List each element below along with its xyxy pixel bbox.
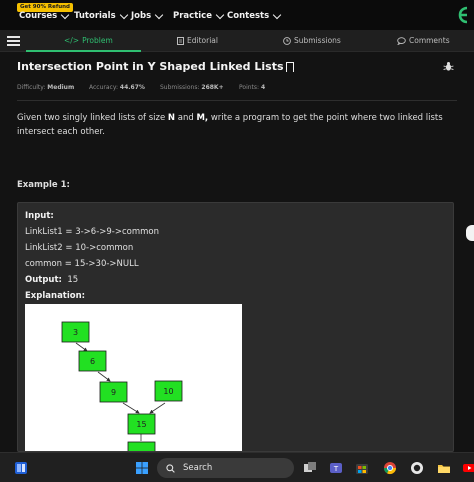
chrome-icon[interactable] bbox=[383, 461, 397, 475]
node-9: 9 bbox=[99, 381, 128, 403]
problem-description: Given two singly linked lists of size N … bbox=[17, 113, 443, 137]
clock-icon bbox=[283, 36, 291, 45]
problem-tabbar: </> Problem Editorial Submissions Commen… bbox=[0, 30, 474, 52]
submissions-value: 268K+ bbox=[201, 84, 224, 91]
node-15: 15 bbox=[127, 413, 156, 435]
points-meta: Points: 4 bbox=[239, 84, 266, 91]
difficulty-meta: Difficulty: Medium bbox=[17, 84, 75, 91]
tab-label: Submissions bbox=[294, 36, 341, 45]
taskbar-search[interactable]: Search bbox=[157, 458, 294, 478]
linklist2-line: LinkList2 = 10->common bbox=[25, 243, 134, 253]
edge-3-6 bbox=[75, 342, 88, 352]
nav-label: Courses bbox=[19, 11, 58, 21]
points-value: 4 bbox=[260, 84, 266, 91]
output-value: 15 bbox=[67, 275, 79, 285]
node-label: 3 bbox=[73, 328, 78, 337]
app-icon[interactable] bbox=[410, 461, 424, 475]
linklist1-line: LinkList1 = 3->6->9->common bbox=[25, 227, 160, 237]
header-divider bbox=[17, 100, 457, 101]
widgets-icon[interactable] bbox=[14, 461, 28, 475]
tab-label: Comments bbox=[409, 36, 450, 45]
chevron-down-icon bbox=[272, 10, 282, 19]
nav-tutorials[interactable]: Tutorials bbox=[74, 10, 128, 21]
active-tab-indicator bbox=[26, 50, 141, 52]
accuracy-value: 44.67% bbox=[119, 84, 145, 91]
nav-label: Jobs bbox=[131, 11, 152, 21]
store-icon[interactable] bbox=[355, 461, 369, 475]
document-icon bbox=[177, 36, 184, 45]
nav-courses[interactable]: Courses bbox=[19, 10, 70, 21]
bug-report-icon[interactable] bbox=[443, 61, 454, 72]
node-6: 6 bbox=[78, 350, 107, 372]
linked-list-diagram: 3 6 9 10 15 bbox=[25, 304, 242, 451]
windows-start-icon[interactable] bbox=[135, 461, 149, 475]
node-label: 15 bbox=[136, 420, 146, 429]
explanation-label: Explanation: bbox=[25, 291, 86, 301]
tab-submissions[interactable]: Submissions bbox=[283, 36, 341, 45]
submissions-meta: Submissions: 268K+ bbox=[160, 84, 224, 91]
common-line: common = 15->30->NULL bbox=[25, 259, 139, 269]
tab-problem[interactable]: </> Problem bbox=[64, 36, 113, 45]
chevron-down-icon bbox=[119, 10, 128, 19]
edge-9-15 bbox=[122, 402, 140, 414]
search-label: Search bbox=[183, 463, 213, 473]
top-navbar: Get 90% Refund Courses Tutorials Jobs Pr… bbox=[0, 0, 474, 30]
search-icon bbox=[166, 463, 175, 473]
nav-jobs[interactable]: Jobs bbox=[131, 10, 164, 21]
file-explorer-icon[interactable] bbox=[437, 461, 451, 475]
tab-comments[interactable]: Comments bbox=[397, 36, 450, 45]
nav-label: Contests bbox=[227, 11, 270, 21]
edge-10-15 bbox=[149, 402, 166, 414]
node-label: 10 bbox=[163, 387, 173, 396]
difficulty-value: Medium bbox=[47, 84, 75, 91]
nav-practice[interactable]: Practice bbox=[173, 10, 225, 21]
input-label: Input: bbox=[25, 211, 54, 221]
svg-text:T: T bbox=[333, 465, 339, 473]
example-heading: Example 1: bbox=[17, 180, 70, 190]
example-box: Input: LinkList1 = 3->6->9->common LinkL… bbox=[17, 202, 454, 452]
teams-icon[interactable]: T bbox=[329, 461, 343, 475]
tab-label: Problem bbox=[82, 36, 113, 45]
tab-label: Editorial bbox=[187, 36, 218, 45]
bookmark-icon[interactable] bbox=[285, 61, 294, 72]
node-label: 9 bbox=[111, 388, 116, 397]
edge-6-9 bbox=[97, 371, 111, 382]
accuracy-meta: Accuracy: 44.67% bbox=[89, 84, 145, 91]
panel-collapse-handle[interactable] bbox=[466, 225, 474, 241]
output-line: Output: 15 bbox=[25, 275, 79, 285]
nav-label: Practice bbox=[173, 11, 212, 21]
problem-title-text: Intersection Point in Y Shaped Linked Li… bbox=[17, 60, 284, 73]
hamburger-menu-icon[interactable] bbox=[7, 36, 20, 46]
tab-editorial[interactable]: Editorial bbox=[177, 36, 218, 45]
nav-label: Tutorials bbox=[74, 11, 116, 21]
chevron-down-icon bbox=[154, 10, 164, 19]
gfg-logo-icon[interactable] bbox=[456, 4, 474, 26]
node-label: 6 bbox=[90, 357, 95, 366]
os-taskbar: Search T bbox=[0, 452, 474, 482]
nav-contests[interactable]: Contests bbox=[227, 10, 282, 21]
node-30-partial bbox=[127, 441, 156, 451]
comment-icon bbox=[397, 36, 406, 45]
node-3: 3 bbox=[61, 321, 90, 343]
task-view-icon[interactable] bbox=[303, 461, 317, 475]
youtube-icon[interactable] bbox=[462, 461, 474, 475]
code-icon: </> bbox=[64, 36, 80, 45]
chevron-down-icon bbox=[215, 10, 225, 19]
node-10: 10 bbox=[154, 380, 183, 402]
chevron-down-icon bbox=[60, 10, 70, 19]
problem-title: Intersection Point in Y Shaped Linked Li… bbox=[17, 60, 294, 73]
